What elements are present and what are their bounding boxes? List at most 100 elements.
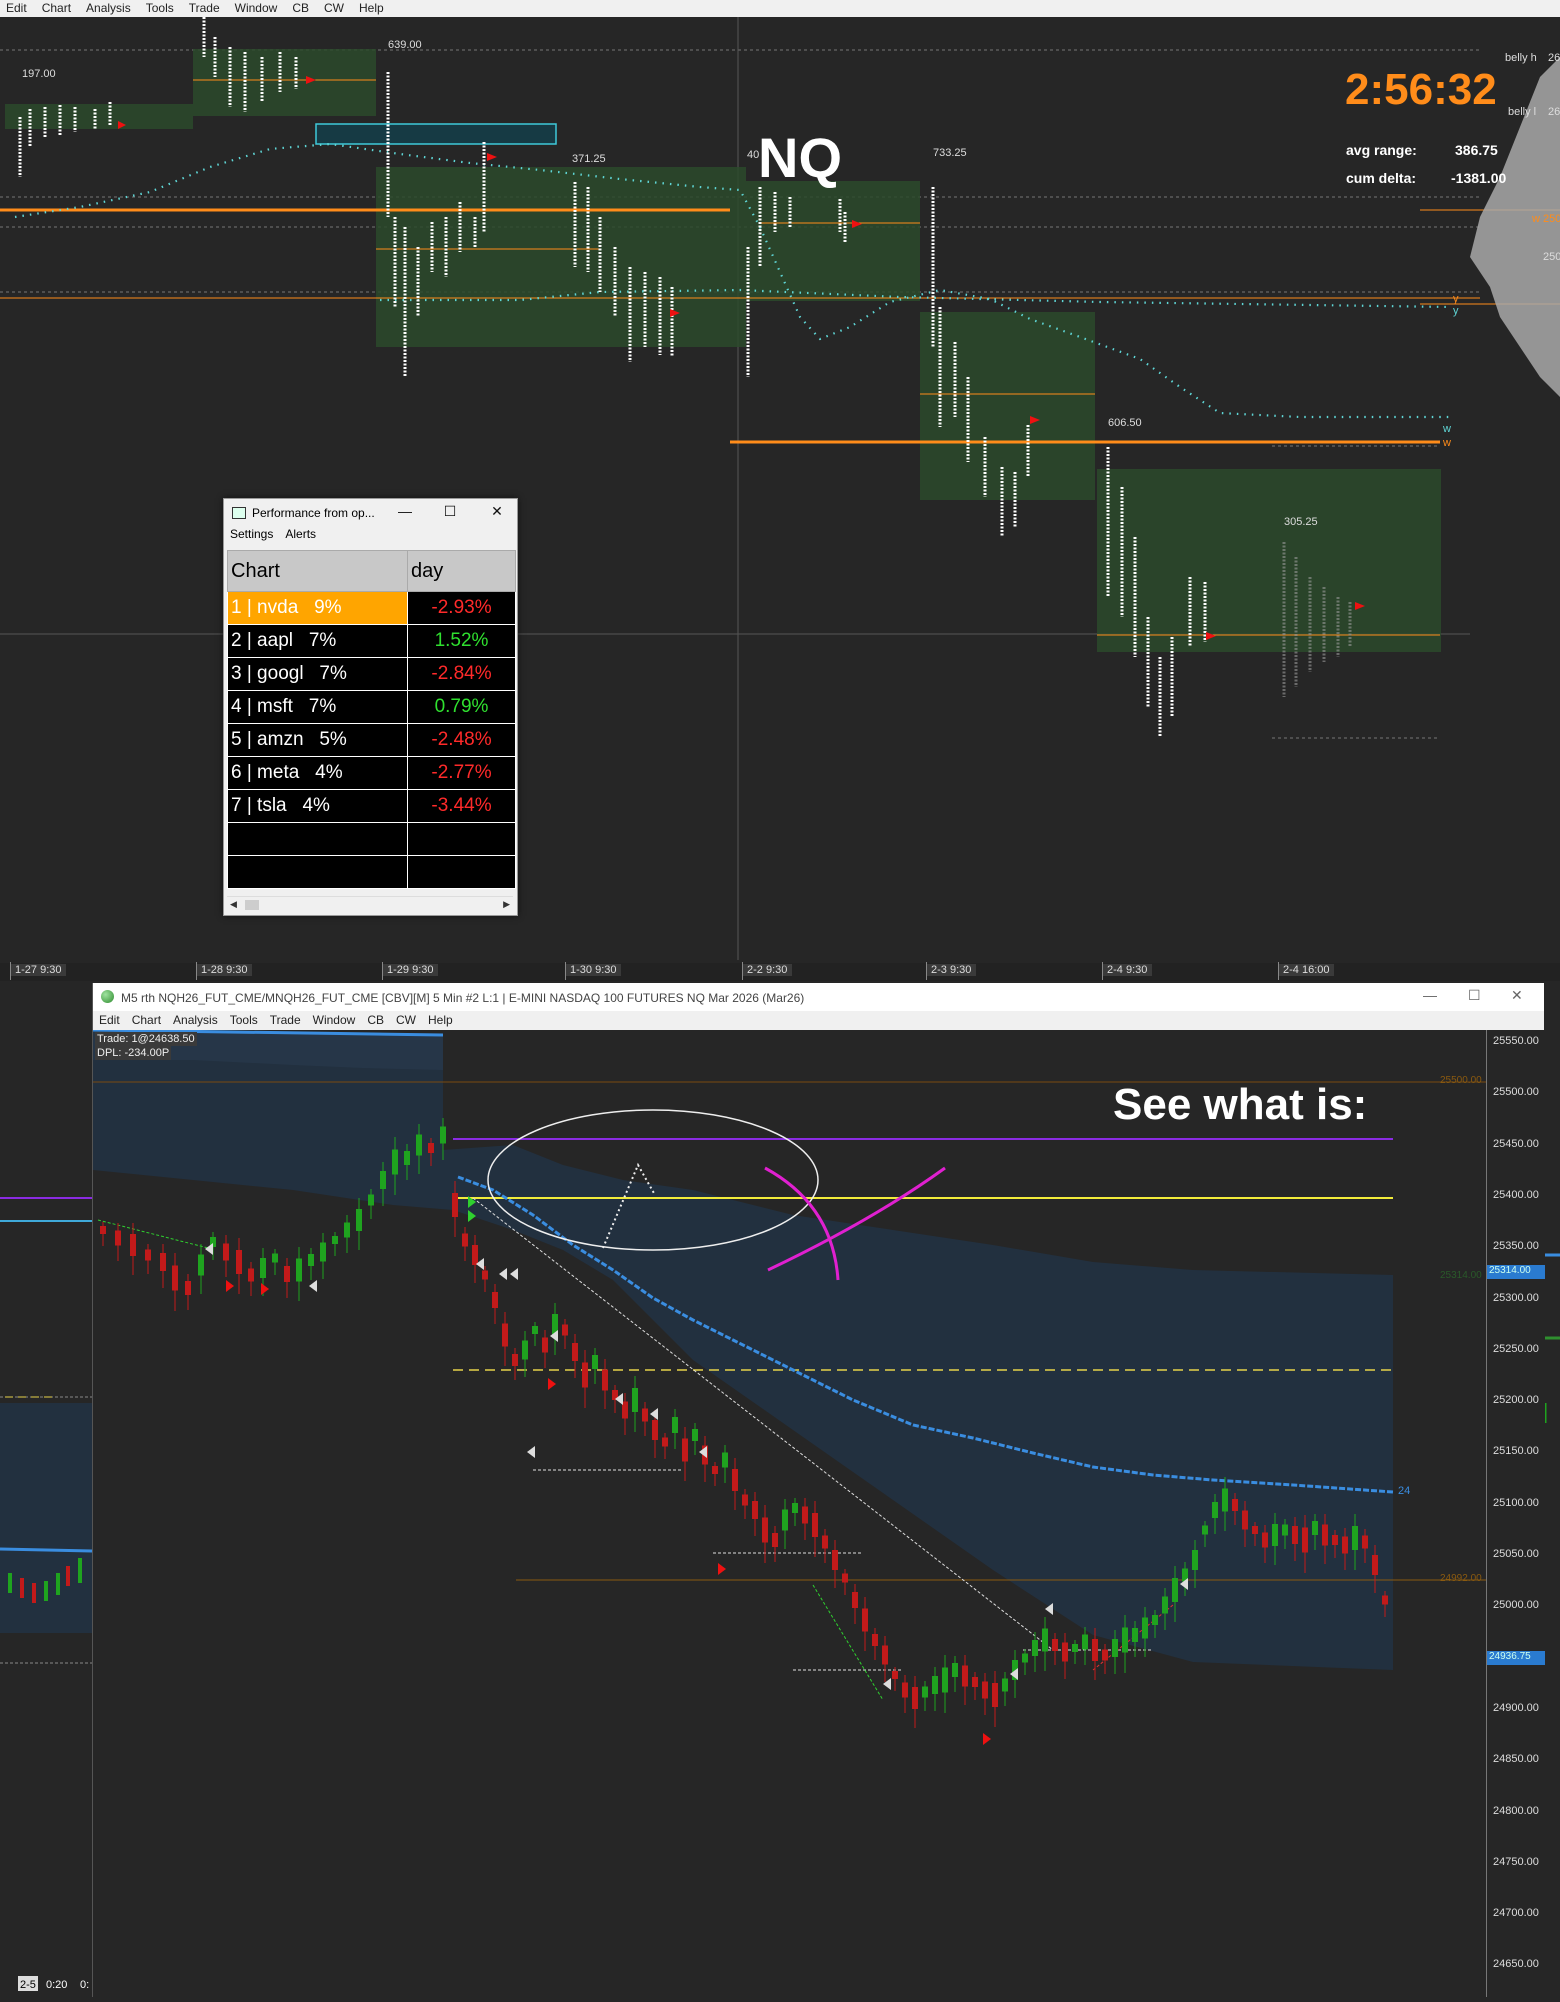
level-label: 24992.00 xyxy=(1440,1573,1482,1584)
level-label: 250 xyxy=(1543,213,1560,225)
candle-body xyxy=(902,1682,908,1698)
table-row[interactable]: 1 | nvda 9% -2.93% xyxy=(227,591,516,625)
price-axis[interactable]: 25550.00 25500.00 25450.00 25400.00 25350.00… xyxy=(1486,1030,1545,1997)
table-row[interactable]: 4 | msft 7% 0.79% xyxy=(227,690,516,724)
candle-body xyxy=(1022,1653,1028,1663)
menu-edit[interactable]: Edit xyxy=(93,1011,126,1027)
chart-menubar: Edit Chart Analysis Tools Trade Window CB CW Hel… xyxy=(93,1011,1544,1030)
candle-body xyxy=(502,1323,508,1347)
menu-trade[interactable]: Trade xyxy=(183,0,229,15)
scroll-left-icon[interactable]: ◀ xyxy=(230,899,237,910)
time-tick: 1-29 9:30 xyxy=(382,962,439,980)
performance-window[interactable]: Performance from op... — ☐ ✕ Settings Ale… xyxy=(223,498,518,916)
menu-chart[interactable]: Chart xyxy=(36,0,80,15)
menu-window[interactable]: Window xyxy=(307,1011,362,1027)
scroll-thumb[interactable] xyxy=(245,900,259,910)
table-row[interactable]: 5 | amzn 5% -2.48% xyxy=(227,723,516,757)
candle-body xyxy=(592,1355,598,1369)
empty-row xyxy=(227,822,516,856)
menu-tools[interactable]: Tools xyxy=(140,0,183,15)
price-tick: 25350.00 xyxy=(1493,1240,1539,1253)
table-row[interactable]: 3 | googl 7% -2.84% xyxy=(227,657,516,691)
time-tick: 1-28 9:30 xyxy=(196,962,253,980)
candlestick-chart[interactable]: Trade: 1@24638.50 DPL: -234.00P See what… xyxy=(92,1028,1486,1997)
horizontal-scrollbar[interactable]: ◀ ▶ xyxy=(227,896,513,913)
candle-body xyxy=(1142,1617,1148,1639)
perf-table: Chart day 1 | nvda 9% -2.93% 2 | aapl 7% 1… xyxy=(227,550,516,889)
candle-body xyxy=(782,1509,788,1531)
menu-cw[interactable]: CW xyxy=(390,1011,422,1027)
close-icon[interactable]: ✕ xyxy=(1511,987,1523,1004)
col-header-day[interactable]: day xyxy=(407,550,516,592)
menu-help[interactable]: Help xyxy=(422,1011,459,1027)
candle-body xyxy=(572,1343,578,1361)
level-label: w xyxy=(1442,437,1451,449)
candle-body xyxy=(452,1193,458,1217)
menu-cb[interactable]: CB xyxy=(286,0,318,15)
minimize-icon[interactable]: — xyxy=(394,502,416,520)
level-label: belly l xyxy=(1508,106,1536,118)
perf-titlebar[interactable]: Performance from op... — ☐ ✕ xyxy=(224,499,517,525)
chart-window[interactable]: M5 rth NQH26_FUT_CME/MNQH26_FUT_CME [CBV… xyxy=(92,983,1545,1997)
time-tick: 2-2 9:30 xyxy=(742,962,793,980)
row-day: -2.84% xyxy=(407,657,516,691)
price-annotation: 197.00 xyxy=(22,68,56,80)
candle-body xyxy=(1292,1526,1298,1544)
row-day: 0.79% xyxy=(407,690,516,724)
menu-analysis[interactable]: Analysis xyxy=(167,1011,224,1027)
candle-body xyxy=(992,1683,998,1707)
candle-body xyxy=(440,1126,446,1144)
menu-cb[interactable]: CB xyxy=(361,1011,390,1027)
scroll-right-icon[interactable]: ▶ xyxy=(503,899,510,910)
row-chart: 1 | nvda 9% xyxy=(227,591,408,625)
row-chart: 3 | googl 7% xyxy=(227,657,408,691)
candle-body xyxy=(392,1149,398,1175)
table-row[interactable]: 6 | meta 4% -2.77% xyxy=(227,756,516,790)
current-level-badge: 24936.75 xyxy=(1487,1651,1545,1665)
menu-analysis[interactable]: Analysis xyxy=(80,0,140,15)
price-tick: 25500.00 xyxy=(1493,1086,1539,1099)
candle-body xyxy=(652,1420,658,1440)
candle-body xyxy=(1252,1526,1258,1534)
chart-titlebar[interactable]: M5 rth NQH26_FUT_CME/MNQH26_FUT_CME [CBV… xyxy=(93,983,1544,1011)
top-time-axis: 1-27 9:30 1-28 9:30 1-29 9:30 1-30 9:30 … xyxy=(0,962,1560,981)
menu-cw[interactable]: CW xyxy=(318,0,353,15)
candle-body xyxy=(492,1292,498,1308)
price-tick: 25250.00 xyxy=(1493,1342,1539,1355)
stat-cum-delta-value: -1381.00 xyxy=(1451,170,1507,186)
menu-chart[interactable]: Chart xyxy=(126,1011,167,1027)
candle-body xyxy=(1082,1634,1088,1650)
menu-tools[interactable]: Tools xyxy=(224,1011,264,1027)
candle-body xyxy=(852,1592,858,1608)
candle-body xyxy=(1332,1535,1338,1545)
menu-edit[interactable]: Edit xyxy=(0,0,36,15)
candle-body xyxy=(115,1230,121,1246)
candle-body xyxy=(1002,1678,1008,1692)
menu-trade[interactable]: Trade xyxy=(264,1011,307,1027)
row-day: 1.52% xyxy=(407,624,516,658)
maximize-icon[interactable]: ☐ xyxy=(1468,987,1481,1004)
table-row[interactable]: 7 | tsla 4% -3.44% xyxy=(227,789,516,823)
candle-body xyxy=(1032,1640,1038,1656)
maximize-icon[interactable]: ☐ xyxy=(439,502,461,520)
table-row[interactable]: 2 | aapl 7% 1.52% xyxy=(227,624,516,658)
menu-settings[interactable]: Settings xyxy=(224,525,279,541)
close-icon[interactable]: ✕ xyxy=(486,502,508,520)
menu-window[interactable]: Window xyxy=(229,0,287,15)
candle-body xyxy=(662,1437,668,1447)
candle-body xyxy=(942,1667,948,1693)
level-label: 25314.00 xyxy=(1440,1270,1482,1281)
candle-body xyxy=(1172,1578,1178,1602)
candle-body xyxy=(185,1281,191,1295)
candle-body xyxy=(416,1134,422,1156)
candle-body xyxy=(356,1209,362,1231)
menu-alerts[interactable]: Alerts xyxy=(279,525,322,541)
col-header-chart[interactable]: Chart xyxy=(227,550,408,592)
price-tick: 24700.00 xyxy=(1493,1907,1539,1920)
price-tick: 24800.00 xyxy=(1493,1804,1539,1817)
menu-help[interactable]: Help xyxy=(353,0,393,15)
row-chart: 5 | amzn 5% xyxy=(227,723,408,757)
chart-window-title: M5 rth NQH26_FUT_CME/MNQH26_FUT_CME [CBV… xyxy=(121,991,805,1005)
candle-body xyxy=(284,1266,290,1282)
minimize-icon[interactable]: — xyxy=(1423,987,1437,1003)
